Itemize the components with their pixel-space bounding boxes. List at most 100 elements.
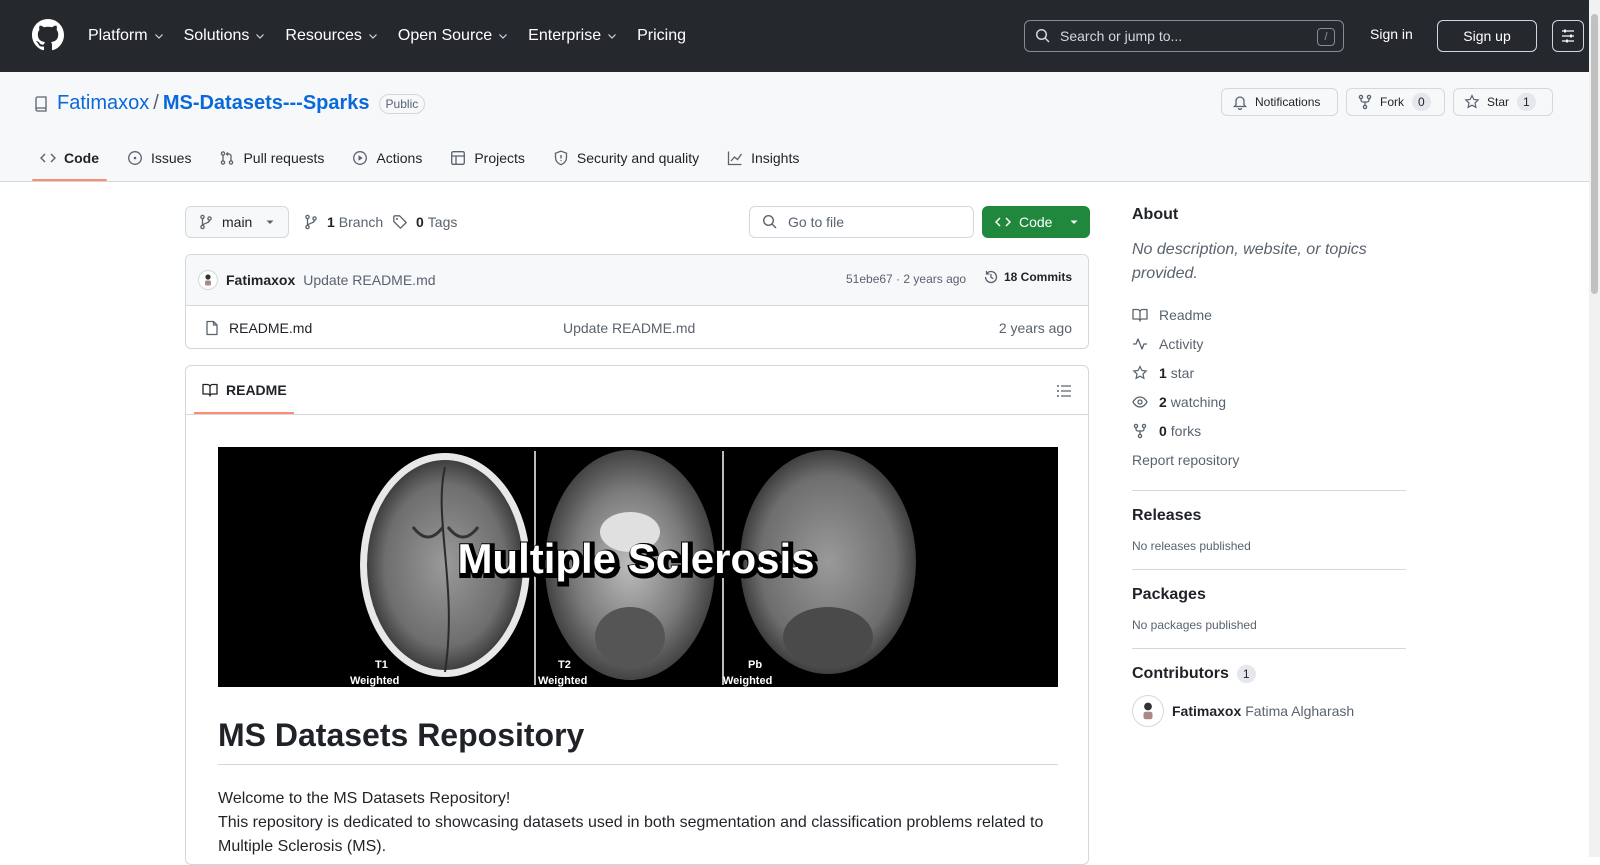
- scrollbar-thumb[interactable]: [1591, 14, 1598, 294]
- star-icon: [1464, 94, 1480, 109]
- tab-projects[interactable]: Projects: [442, 135, 533, 181]
- star-icon: [1132, 364, 1148, 379]
- search-placeholder: Search or jump to...: [1060, 28, 1183, 44]
- tab-code[interactable]: Code: [32, 135, 107, 181]
- tab-label: Insights: [751, 150, 800, 166]
- nav-platform[interactable]: Platform: [88, 27, 165, 45]
- chevron-down-icon: [256, 34, 265, 39]
- readme-body: Welcome to the MS Datasets Repository! T…: [218, 787, 1078, 859]
- branch-select-button[interactable]: main: [185, 206, 289, 238]
- report-repository-link[interactable]: Report repository: [1132, 445, 1406, 474]
- file-browser: Fatimaxox Update README.md 51ebe67 · 2 y…: [185, 254, 1089, 349]
- nav-pricing[interactable]: Pricing: [637, 27, 686, 45]
- eye-icon: [1132, 395, 1148, 408]
- nav-enterprise[interactable]: Enterprise: [528, 27, 618, 45]
- activity-link[interactable]: Activity: [1132, 329, 1406, 358]
- readme-tab[interactable]: README: [202, 382, 287, 398]
- avatar[interactable]: [1132, 695, 1164, 727]
- commits-link[interactable]: 18 Commits: [983, 269, 1072, 285]
- stars-label: star: [1170, 364, 1195, 381]
- divider: [1132, 648, 1406, 649]
- releases-title[interactable]: Releases: [1132, 507, 1201, 524]
- watchers-link[interactable]: 2 watching: [1132, 387, 1406, 416]
- repo-header: Fatimaxox / MS-Datasets---Sparks Public …: [0, 72, 1600, 182]
- notifications-button[interactable]: Notifications: [1221, 88, 1338, 116]
- file-commit-message[interactable]: Update README.md: [563, 320, 695, 336]
- sign-in-link[interactable]: Sign in: [1370, 26, 1413, 42]
- pull-request-icon: [221, 151, 234, 165]
- contributor-login[interactable]: Fatimaxox: [1172, 703, 1241, 719]
- fork-label: Fork: [1380, 95, 1404, 109]
- tab-security[interactable]: Security and quality: [545, 135, 707, 181]
- tab-issues[interactable]: Issues: [119, 135, 199, 181]
- bell-icon: [1232, 96, 1248, 110]
- notifications-label: Notifications: [1255, 95, 1321, 109]
- sign-up-button[interactable]: Sign up: [1437, 20, 1537, 52]
- file-row[interactable]: README.md Update README.md 2 years ago: [186, 306, 1088, 348]
- repo-tabs: Code Issues Pull requests Actions Projec…: [32, 135, 819, 181]
- tab-label: Security and quality: [576, 150, 700, 166]
- tab-pull-requests[interactable]: Pull requests: [211, 135, 332, 181]
- releases-empty: No releases published: [1132, 539, 1251, 553]
- avatar-figure-icon: [205, 274, 211, 286]
- commit-author-link[interactable]: Fatimaxox: [226, 272, 295, 288]
- code-dropdown-button[interactable]: Code: [982, 206, 1090, 238]
- shield-icon: [554, 150, 568, 166]
- tab-insights[interactable]: Insights: [719, 135, 807, 181]
- search-input[interactable]: Search or jump to... /: [1024, 20, 1344, 52]
- repo-name-link[interactable]: MS-Datasets---Sparks: [163, 92, 370, 115]
- repo-owner-link[interactable]: Fatimaxox: [57, 92, 149, 115]
- tab-actions[interactable]: Actions: [344, 135, 430, 181]
- commit-message-link[interactable]: Update README.md: [303, 272, 435, 288]
- repo-sidebar: About No description, website, or topics…: [1132, 206, 1406, 727]
- tag-count: 0: [416, 214, 424, 230]
- readme-link[interactable]: Readme: [1132, 300, 1406, 329]
- readme-banner-image: Multiple Sclerosis Multiple Sclerosis T1…: [218, 447, 1058, 687]
- avatar-figure-icon: [1143, 702, 1153, 720]
- page-scrollbar[interactable]: [1589, 0, 1600, 857]
- nav-solutions[interactable]: Solutions: [184, 27, 267, 45]
- latest-commit: Fatimaxox Update README.md 51ebe67 · 2 y…: [186, 255, 1088, 306]
- global-header: Platform Solutions Resources Open Source…: [0, 0, 1600, 72]
- code-icon: [40, 153, 56, 163]
- forks-link[interactable]: 0 forks: [1132, 416, 1406, 445]
- divider: [1132, 569, 1406, 570]
- pulse-icon: [1133, 337, 1147, 350]
- file-toolbar: main 1 Branch 0 Tags Go to file Code: [185, 206, 1090, 238]
- readme-paragraph: This repository is dedicated to showcasi…: [218, 814, 1044, 855]
- file-name-link[interactable]: README.md: [229, 320, 312, 336]
- menu-button[interactable]: [1552, 20, 1584, 52]
- packages-title[interactable]: Packages: [1132, 586, 1206, 603]
- code-icon: [995, 217, 1011, 227]
- forks-label: forks: [1170, 422, 1202, 439]
- packages-empty: No packages published: [1132, 618, 1257, 632]
- list-outline-icon[interactable]: [1056, 383, 1072, 399]
- nav-label: Solutions: [183, 27, 250, 44]
- github-logo-icon[interactable]: [32, 19, 64, 51]
- caret-down-icon: [1070, 220, 1078, 224]
- branches-link[interactable]: 1 Branch: [303, 214, 383, 230]
- fork-button[interactable]: Fork 0: [1346, 88, 1445, 116]
- readme-paragraph: Welcome to the MS Datasets Repository!: [218, 790, 511, 807]
- nav-label: Resources: [285, 27, 362, 44]
- fork-count: 0: [1412, 93, 1431, 111]
- tags-link[interactable]: 0 Tags: [392, 214, 457, 230]
- nav-label: Enterprise: [528, 27, 602, 44]
- star-button[interactable]: Star 1: [1453, 88, 1553, 116]
- nav-open-source[interactable]: Open Source: [398, 27, 509, 45]
- commit-hash-time[interactable]: 51ebe67 · 2 years ago: [846, 272, 966, 286]
- contributor-item[interactable]: Fatimaxox Fatima Algharash: [1132, 695, 1406, 727]
- contributors-title[interactable]: Contributors: [1132, 665, 1229, 683]
- avatar[interactable]: [198, 270, 218, 290]
- graph-icon: [727, 151, 743, 166]
- fork-icon: [1358, 94, 1372, 110]
- readme-link-label: Readme: [1159, 306, 1212, 323]
- banner-title: Multiple Sclerosis: [457, 535, 814, 582]
- stars-link[interactable]: 1 star: [1132, 358, 1406, 387]
- readme-tab-label: README: [226, 382, 287, 398]
- forks-count: 0: [1159, 422, 1167, 439]
- nav-resources[interactable]: Resources: [285, 27, 378, 45]
- go-to-file-input[interactable]: Go to file: [749, 206, 974, 238]
- caret-down-icon: [266, 220, 274, 224]
- search-icon: [762, 214, 777, 229]
